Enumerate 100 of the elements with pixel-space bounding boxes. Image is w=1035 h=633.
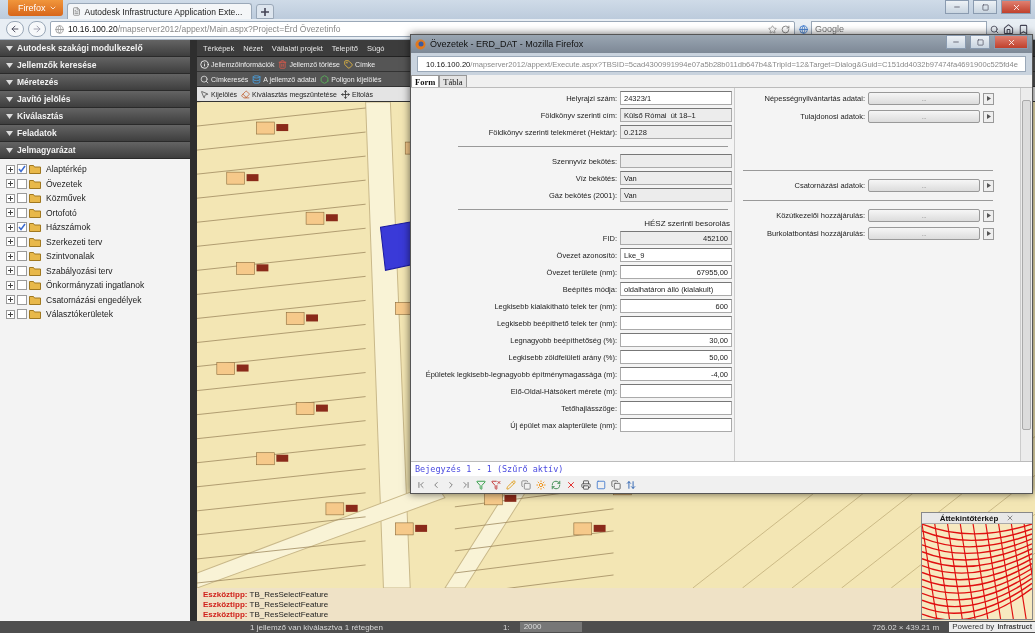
sort-button[interactable]: [625, 478, 637, 491]
close-button[interactable]: [994, 35, 1028, 49]
panel-header[interactable]: Jellemzők keresése: [0, 57, 190, 74]
layer-label: Szabályozási terv: [46, 265, 113, 276]
page-icon: [55, 24, 64, 34]
copy-icon: [521, 479, 531, 490]
new-tab-button[interactable]: [255, 4, 274, 19]
expand-icon[interactable]: [6, 193, 15, 203]
pencil-button[interactable]: [505, 478, 517, 491]
open-button[interactable]: [983, 92, 994, 105]
forward-button[interactable]: [28, 21, 46, 37]
layer-label: Közművek: [46, 193, 86, 204]
scale-label: 1:: [502, 622, 510, 632]
folder-icon: [29, 178, 41, 189]
checkbox[interactable]: [17, 222, 27, 233]
checkbox[interactable]: [17, 309, 27, 320]
expand-icon[interactable]: [6, 251, 15, 261]
open-button[interactable]: [983, 227, 994, 240]
panel-header[interactable]: Autodesk szakági modulkezelő: [0, 40, 190, 57]
caret-right-icon: [986, 183, 991, 188]
text-field[interactable]: [620, 154, 732, 168]
home-icon: [1003, 23, 1014, 35]
minimize-button[interactable]: [946, 35, 966, 49]
checkbox[interactable]: [17, 294, 27, 305]
info-icon: [200, 59, 209, 69]
checkbox[interactable]: [17, 251, 27, 262]
checkbox[interactable]: [17, 178, 27, 189]
url-text: 10.16.100.20/mapserver2012/appext/Main.aspx?Project=Érd Övezetinfo: [68, 24, 341, 34]
layer-label: Házszámok: [46, 222, 91, 233]
open-button[interactable]: [983, 209, 994, 222]
printer-button[interactable]: [580, 478, 592, 491]
database-icon: [252, 74, 262, 84]
text-field[interactable]: [620, 316, 732, 330]
maximize-button[interactable]: [973, 0, 997, 14]
expand-icon[interactable]: [6, 179, 15, 189]
maximize-button[interactable]: [970, 35, 990, 49]
expand-icon[interactable]: [6, 237, 15, 247]
maximize-icon: [976, 38, 984, 46]
caret-right-icon: [986, 231, 991, 236]
checkbox[interactable]: [17, 164, 27, 175]
panel-header[interactable]: Feladatok: [0, 125, 190, 142]
checkbox[interactable]: [17, 207, 27, 218]
page-icon: [71, 7, 81, 16]
filter-remove-button[interactable]: [490, 478, 502, 491]
section-heading: HÉSZ szerinti besorolás: [643, 219, 731, 228]
tab[interactable]: Form: [411, 75, 440, 87]
refresh-button[interactable]: [550, 478, 562, 491]
expand-icon[interactable]: [6, 309, 15, 319]
checkbox[interactable]: [17, 265, 27, 276]
back-button[interactable]: [6, 21, 24, 37]
bookmark-icon: [1018, 23, 1029, 35]
layer-label: Ortofotó: [46, 207, 77, 218]
expand-icon[interactable]: [6, 266, 15, 276]
filter-button[interactable]: [475, 478, 487, 491]
browser-tab[interactable]: Autodesk Infrastructure Application Exte...: [66, 3, 252, 19]
scrollbar[interactable]: [1020, 88, 1032, 461]
close-icon: [1006, 514, 1015, 522]
next-icon: [446, 479, 456, 490]
reload-icon: [781, 24, 790, 34]
folder-icon: [29, 309, 41, 320]
panel-header[interactable]: Jelmagyarázat: [0, 142, 190, 159]
delete-icon: [566, 479, 576, 490]
minimize-icon: [953, 3, 961, 11]
panel-header[interactable]: Méretezés: [0, 74, 190, 91]
open-button[interactable]: [983, 179, 994, 192]
text-field[interactable]: [620, 401, 732, 415]
close-button[interactable]: [1001, 0, 1031, 14]
checkbox[interactable]: [17, 280, 27, 291]
expand-icon[interactable]: [6, 208, 15, 218]
folder-icon: [29, 280, 41, 291]
tab[interactable]: Tábla: [439, 75, 467, 87]
extent-text: 726.02 × 439.21 m: [872, 622, 940, 632]
checkbox[interactable]: [17, 193, 27, 204]
duplicate-button[interactable]: [610, 478, 622, 491]
folder-icon: [29, 236, 41, 247]
open-button[interactable]: [983, 110, 994, 123]
panel-header[interactable]: Javító jelölés: [0, 91, 190, 108]
check-icon: [18, 165, 26, 174]
folder-icon: [29, 222, 41, 233]
folder-icon: [29, 251, 41, 262]
copy-button[interactable]: [520, 478, 532, 491]
refresh-icon: [551, 479, 561, 490]
address-field[interactable]: 10.16.100.20/mapserver2012/appext/Main.aspx?Project=Érd Övezetinfo: [50, 21, 795, 37]
expand-icon[interactable]: [6, 164, 15, 174]
minimize-button[interactable]: [945, 0, 969, 14]
browser-logo-icon: [415, 38, 426, 50]
text-field[interactable]: [620, 418, 732, 432]
expand-icon[interactable]: [6, 280, 15, 290]
text-field[interactable]: [620, 384, 732, 398]
checkbox[interactable]: [17, 236, 27, 247]
scale-field[interactable]: 2000: [519, 622, 583, 632]
previous-icon: [431, 479, 441, 490]
caret-right-icon: [986, 114, 991, 119]
trash-icon: [278, 59, 288, 69]
expand-icon[interactable]: [6, 295, 15, 305]
panel-header[interactable]: Kiválasztás: [0, 108, 190, 125]
search-engine-icon: [799, 24, 808, 34]
tag-icon: [344, 59, 353, 69]
expand-icon[interactable]: [6, 222, 15, 232]
sun-button[interactable]: [535, 478, 547, 491]
